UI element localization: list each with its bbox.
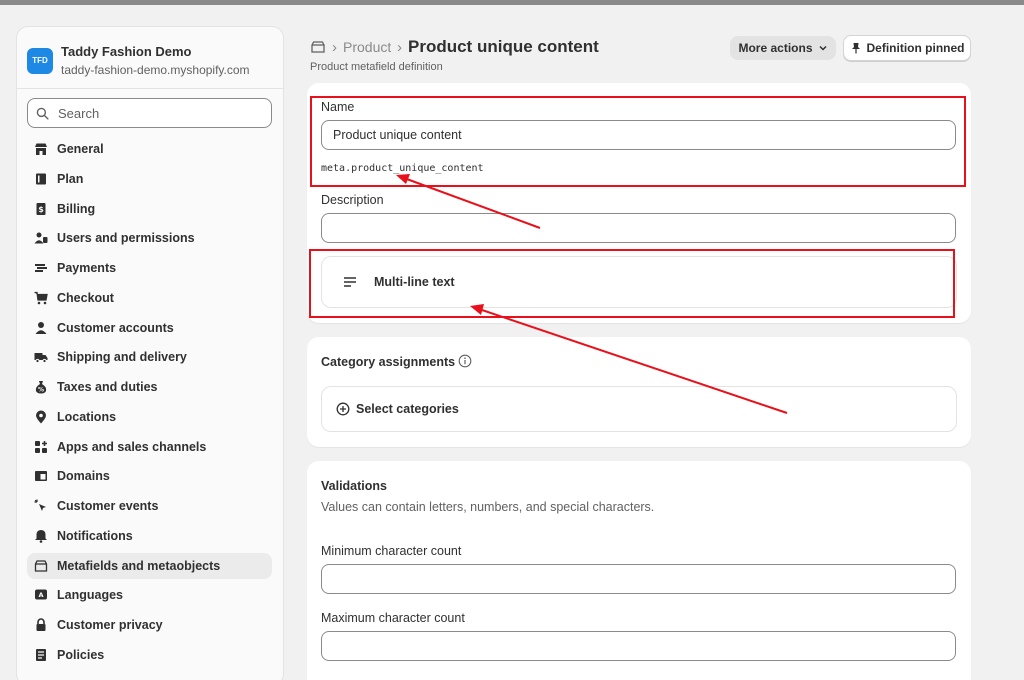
plan-icon bbox=[33, 171, 48, 186]
sidebar-item-label: Customer accounts bbox=[57, 320, 174, 335]
languages-icon: A bbox=[33, 588, 48, 603]
sidebar-item-label: Locations bbox=[57, 409, 117, 424]
validations-heading: Validations bbox=[321, 479, 387, 493]
pin-icon bbox=[851, 43, 860, 54]
chevron-down-icon bbox=[818, 45, 827, 51]
lock-icon bbox=[33, 618, 48, 633]
sidebar-item-label: Customer privacy bbox=[57, 618, 163, 632]
metafields-icon[interactable] bbox=[310, 40, 326, 54]
payments-icon bbox=[33, 261, 48, 276]
min-count-label: Minimum character count bbox=[321, 544, 462, 558]
sidebar-item-customer-accounts[interactable]: Customer accounts bbox=[27, 315, 272, 341]
category-card: Category assignments Select categories bbox=[307, 337, 971, 447]
tax-icon: % bbox=[33, 380, 48, 395]
sidebar-item-label: Apps and sales channels bbox=[57, 439, 207, 454]
store-name: Taddy Fashion Demo bbox=[61, 44, 192, 59]
description-label: Description bbox=[321, 193, 384, 207]
sidebar-item-label: Domains bbox=[57, 469, 110, 484]
sidebar-item-taxes[interactable]: % Taxes and duties bbox=[27, 374, 272, 400]
store-icon bbox=[33, 142, 48, 157]
category-heading: Category assignments bbox=[321, 355, 456, 369]
svg-text:$: $ bbox=[38, 205, 44, 214]
cursor-icon bbox=[33, 499, 48, 514]
sidebar-item-general[interactable]: General bbox=[27, 136, 272, 162]
sidebar-item-label: Languages bbox=[57, 588, 123, 603]
billing-icon: $ bbox=[33, 201, 48, 216]
top-bar bbox=[0, 0, 1024, 5]
max-count-field[interactable] bbox=[321, 631, 956, 661]
max-count-label: Maximum character count bbox=[321, 611, 465, 625]
sidebar-item-label: Customer events bbox=[57, 499, 159, 513]
validations-hint: Values can contain letters, numbers, and… bbox=[321, 500, 655, 514]
validations-card: Validations Values can contain letters, … bbox=[307, 461, 971, 680]
sidebar-item-users[interactable]: Users and permissions bbox=[27, 225, 272, 251]
settings-nav: General Plan $ Billing Users and permiss… bbox=[17, 136, 283, 668]
page-subtitle: Product metafield definition bbox=[310, 61, 443, 73]
sidebar-item-plan[interactable]: Plan bbox=[27, 166, 272, 192]
users-icon bbox=[33, 231, 48, 246]
min-count-field[interactable] bbox=[321, 564, 956, 594]
apps-icon bbox=[33, 439, 48, 454]
chevron-right-icon: › bbox=[397, 38, 402, 56]
settings-sidebar: TFD Taddy Fashion Demo taddy-fashion-dem… bbox=[16, 26, 284, 680]
sidebar-item-label: Notifications bbox=[57, 528, 133, 543]
sidebar-item-label: Plan bbox=[57, 171, 84, 186]
breadcrumb-products-link[interactable]: Products bbox=[343, 39, 391, 55]
sidebar-item-label: Checkout bbox=[57, 290, 114, 305]
sidebar-item-label: Shipping and delivery bbox=[57, 350, 187, 365]
store-avatar: TFD bbox=[27, 47, 53, 74]
annotation-box-type bbox=[309, 249, 955, 318]
sidebar-item-shipping[interactable]: Shipping and delivery bbox=[27, 344, 272, 370]
sidebar-item-metafields[interactable]: Metafields and metaobjects bbox=[27, 552, 272, 579]
bell-icon bbox=[33, 528, 48, 543]
metafields-icon bbox=[33, 558, 48, 573]
location-icon bbox=[33, 409, 48, 424]
sidebar-item-locations[interactable]: Locations bbox=[27, 404, 272, 430]
sidebar-item-customer-privacy[interactable]: Customer privacy bbox=[27, 612, 272, 638]
search-icon bbox=[36, 107, 49, 120]
definition-pinned-button[interactable]: Definition pinned bbox=[843, 35, 971, 61]
sidebar-item-languages[interactable]: A Languages bbox=[27, 582, 272, 608]
sidebar-item-domains[interactable]: Domains bbox=[27, 463, 272, 489]
description-field[interactable] bbox=[321, 213, 956, 243]
sidebar-item-label: Billing bbox=[57, 201, 96, 216]
search-input[interactable] bbox=[58, 105, 258, 121]
store-header[interactable]: TFD Taddy Fashion Demo taddy-fashion-dem… bbox=[17, 27, 283, 89]
sidebar-item-policies[interactable]: Policies bbox=[27, 642, 272, 668]
select-categories-button[interactable]: Select categories bbox=[321, 386, 957, 432]
svg-text:A: A bbox=[38, 591, 43, 599]
policies-icon bbox=[33, 647, 48, 662]
cart-icon bbox=[33, 290, 48, 305]
plus-circle-icon bbox=[336, 402, 350, 416]
sidebar-item-customer-events[interactable]: Customer events bbox=[27, 493, 272, 519]
globe-icon bbox=[33, 469, 48, 484]
select-categories-label: Select categories bbox=[356, 402, 459, 416]
sidebar-item-notifications[interactable]: Notifications bbox=[27, 523, 272, 549]
sidebar-item-label: Policies bbox=[57, 647, 105, 662]
truck-icon bbox=[33, 350, 48, 365]
store-url: taddy-fashion-demo.myshopify.com bbox=[61, 63, 250, 77]
chevron-right-icon: › bbox=[332, 38, 337, 56]
more-actions-label: More actions bbox=[738, 41, 813, 55]
sidebar-item-label: Payments bbox=[57, 261, 117, 275]
page-header: › Products › Product unique content Prod… bbox=[310, 34, 972, 74]
sidebar-item-label: Metafields and metaobjects bbox=[57, 558, 221, 573]
annotation-box-name bbox=[310, 96, 966, 187]
sidebar-item-payments[interactable]: Payments bbox=[27, 255, 272, 281]
sidebar-item-label: General bbox=[57, 142, 104, 156]
search-box[interactable] bbox=[27, 98, 272, 128]
page-title: Product unique content bbox=[408, 37, 599, 56]
sidebar-item-label: Taxes and duties bbox=[57, 380, 158, 394]
sidebar-item-label: Users and permissions bbox=[57, 231, 195, 246]
sidebar-item-checkout[interactable]: Checkout bbox=[27, 285, 272, 311]
svg-text:%: % bbox=[37, 387, 43, 394]
sidebar-item-billing[interactable]: $ Billing bbox=[27, 196, 272, 222]
info-icon[interactable] bbox=[458, 354, 472, 368]
sidebar-item-apps[interactable]: Apps and sales channels bbox=[27, 434, 272, 460]
person-icon bbox=[33, 320, 48, 335]
definition-pinned-label: Definition pinned bbox=[866, 41, 965, 55]
more-actions-button[interactable]: More actions bbox=[730, 36, 836, 60]
